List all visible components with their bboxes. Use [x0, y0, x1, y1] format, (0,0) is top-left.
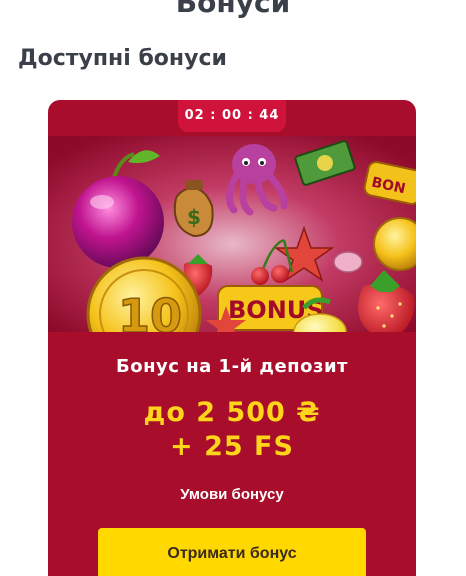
section-title: Доступні бонуси: [18, 46, 227, 71]
gold-coin-icon: [373, 217, 416, 271]
svg-text:$: $: [187, 205, 201, 229]
page-title: Бонуси: [175, 0, 291, 19]
bonus-banner: BON $ 10 BONUS: [48, 136, 416, 332]
bonus-card: 02 : 00 : 44 BON $ 10 BONUS Бонус на 1-й…: [48, 100, 416, 576]
get-bonus-button[interactable]: Отримати бонус: [98, 528, 366, 576]
offer-amount-line-1: до 2 500 ₴: [143, 397, 321, 428]
offer-amount: до 2 500 ₴ + 25 FS: [48, 396, 416, 464]
countdown-timer: 02 : 00 : 44: [178, 100, 286, 132]
offer-title: Бонус на 1-й депозит: [116, 356, 348, 377]
offer-amount-line-2: + 25 FS: [170, 431, 294, 462]
seashell-icon: [333, 251, 363, 273]
bonus-terms-link[interactable]: Умови бонусу: [48, 486, 416, 503]
coin-number: 10: [118, 289, 182, 332]
